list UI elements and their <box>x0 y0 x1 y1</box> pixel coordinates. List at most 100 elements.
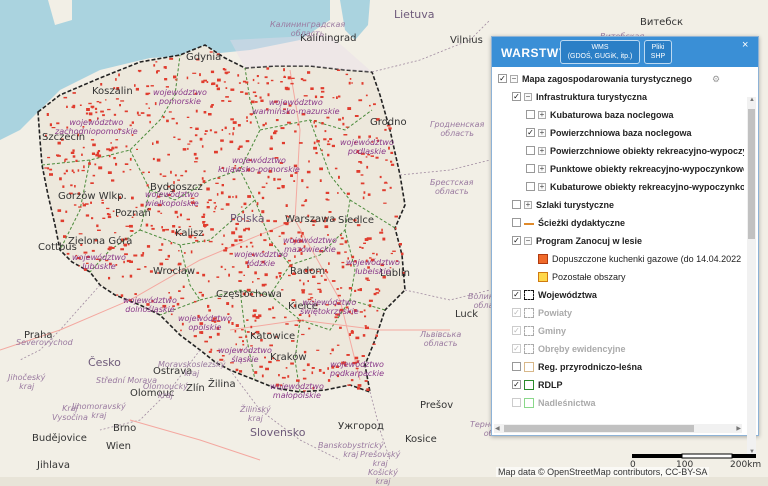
forest-spot <box>228 195 231 199</box>
forest-spot <box>379 231 384 234</box>
forest-spot <box>281 141 285 145</box>
collapse-icon[interactable]: − <box>524 93 532 101</box>
forest-spot <box>334 316 338 319</box>
forest-spot <box>125 145 128 148</box>
forest-spot <box>183 252 186 254</box>
scroll-left-icon[interactable]: ◀ <box>495 425 500 432</box>
scroll-up-icon[interactable]: ▲ <box>749 97 755 103</box>
forest-spot <box>192 72 197 74</box>
layer-checkbox[interactable] <box>512 200 521 209</box>
expand-icon[interactable]: + <box>538 111 546 119</box>
close-icon[interactable]: × <box>742 40 752 51</box>
forest-spot <box>203 224 207 227</box>
forest-spot <box>376 253 378 256</box>
forest-spot <box>334 167 338 170</box>
layer-checkbox[interactable] <box>512 218 521 227</box>
forest-spot <box>331 144 335 148</box>
layer-checkbox[interactable] <box>526 110 535 119</box>
forest-spot <box>364 380 368 382</box>
horizontal-scrollbar[interactable]: ◀ ▶ <box>494 424 742 433</box>
city-label: Zielona Góra <box>68 236 133 247</box>
forest-spot <box>129 224 133 228</box>
forest-spot <box>213 211 216 213</box>
layer-label: Nadleśnictwa <box>538 398 596 408</box>
forest-spot <box>216 193 219 196</box>
layer-checkbox-checked[interactable]: ✓ <box>512 308 521 317</box>
wms-button[interactable]: WMS (GDOŚ, GUGiK, itp.) <box>560 40 640 64</box>
forest-spot <box>220 139 224 142</box>
layer-checkbox-checked[interactable]: ✓ <box>512 344 521 353</box>
horizontal-scroll-thumb[interactable] <box>504 425 694 432</box>
forest-spot <box>266 67 270 70</box>
forest-spot <box>342 116 344 120</box>
forest-spot <box>375 156 379 159</box>
collapse-icon[interactable]: − <box>524 237 532 245</box>
expand-icon[interactable]: + <box>524 201 532 209</box>
expand-icon[interactable]: + <box>538 147 546 155</box>
layer-checkbox[interactable] <box>526 164 535 173</box>
forest-spot <box>324 225 329 229</box>
layer-checkbox-checked[interactable]: ✓ <box>512 92 521 101</box>
forest-spot <box>225 96 229 98</box>
forest-spot <box>351 82 353 84</box>
forest-spot <box>107 247 112 251</box>
layer-checkbox-checked[interactable]: ✓ <box>512 236 521 245</box>
forest-spot <box>239 145 243 148</box>
forest-spot <box>189 140 193 143</box>
forest-spot <box>111 179 115 182</box>
layer-symbol-icon <box>538 254 548 264</box>
layers-panel[interactable]: WARSTWY WMS (GDOŚ, GUGiK, itp.) Pliki SH… <box>491 36 759 455</box>
forest-spot <box>315 152 318 155</box>
forest-spot <box>152 142 154 145</box>
expand-icon[interactable]: + <box>538 165 546 173</box>
city-label: Wrocław <box>153 266 196 277</box>
forest-spot <box>90 139 95 141</box>
forest-spot <box>232 132 234 136</box>
forest-spot <box>241 329 244 331</box>
forest-spot <box>372 252 375 255</box>
voivodeship-label: województwo kujawsko-pomorskie <box>218 156 300 174</box>
layer-checkbox-checked[interactable]: ✓ <box>512 380 521 389</box>
layer-checkbox-checked[interactable]: ✓ <box>512 326 521 335</box>
gear-icon[interactable]: ⚙ <box>712 71 720 87</box>
forest-spot <box>326 116 330 119</box>
layer-checkbox-checked[interactable]: ✓ <box>498 74 507 83</box>
expand-icon[interactable]: + <box>538 129 546 137</box>
vertical-scroll-thumb[interactable] <box>748 109 755 239</box>
layer-checkbox-checked[interactable]: ✓ <box>512 290 521 299</box>
forest-spot <box>190 250 193 254</box>
forest-spot <box>382 237 386 241</box>
layer-checkbox[interactable] <box>512 398 521 407</box>
forest-spot <box>72 104 76 108</box>
layer-label: Województwa <box>538 290 597 300</box>
forest-spot <box>101 202 104 204</box>
forest-spot <box>240 206 243 208</box>
forest-spot <box>134 84 136 87</box>
scroll-right-icon[interactable]: ▶ <box>736 425 741 432</box>
forest-spot <box>91 217 94 220</box>
forest-spot <box>364 325 367 327</box>
shp-files-button[interactable]: Pliki SHP <box>644 40 672 64</box>
forest-spot <box>167 153 170 156</box>
forest-spot <box>146 184 149 187</box>
forest-spot <box>237 124 241 127</box>
forest-spot <box>201 293 204 297</box>
region-label: Львівська область <box>420 330 462 348</box>
forest-spot <box>150 224 153 227</box>
expand-icon[interactable]: + <box>538 183 546 191</box>
layer-checkbox[interactable] <box>526 146 535 155</box>
forest-spot <box>243 228 246 232</box>
layer-checkbox[interactable] <box>526 182 535 191</box>
vertical-scrollbar[interactable]: ▲ ▼ <box>747 97 756 455</box>
forest-spot <box>321 122 324 125</box>
forest-spot <box>230 118 234 121</box>
forest-spot <box>195 109 198 113</box>
layer-checkbox-checked[interactable]: ✓ <box>526 128 535 137</box>
collapse-icon[interactable]: − <box>510 75 518 83</box>
forest-spot <box>252 281 254 283</box>
forest-spot <box>346 354 350 356</box>
forest-spot <box>186 116 190 118</box>
forest-spot <box>354 115 359 117</box>
forest-spot <box>88 162 91 165</box>
layer-checkbox[interactable] <box>512 362 521 371</box>
